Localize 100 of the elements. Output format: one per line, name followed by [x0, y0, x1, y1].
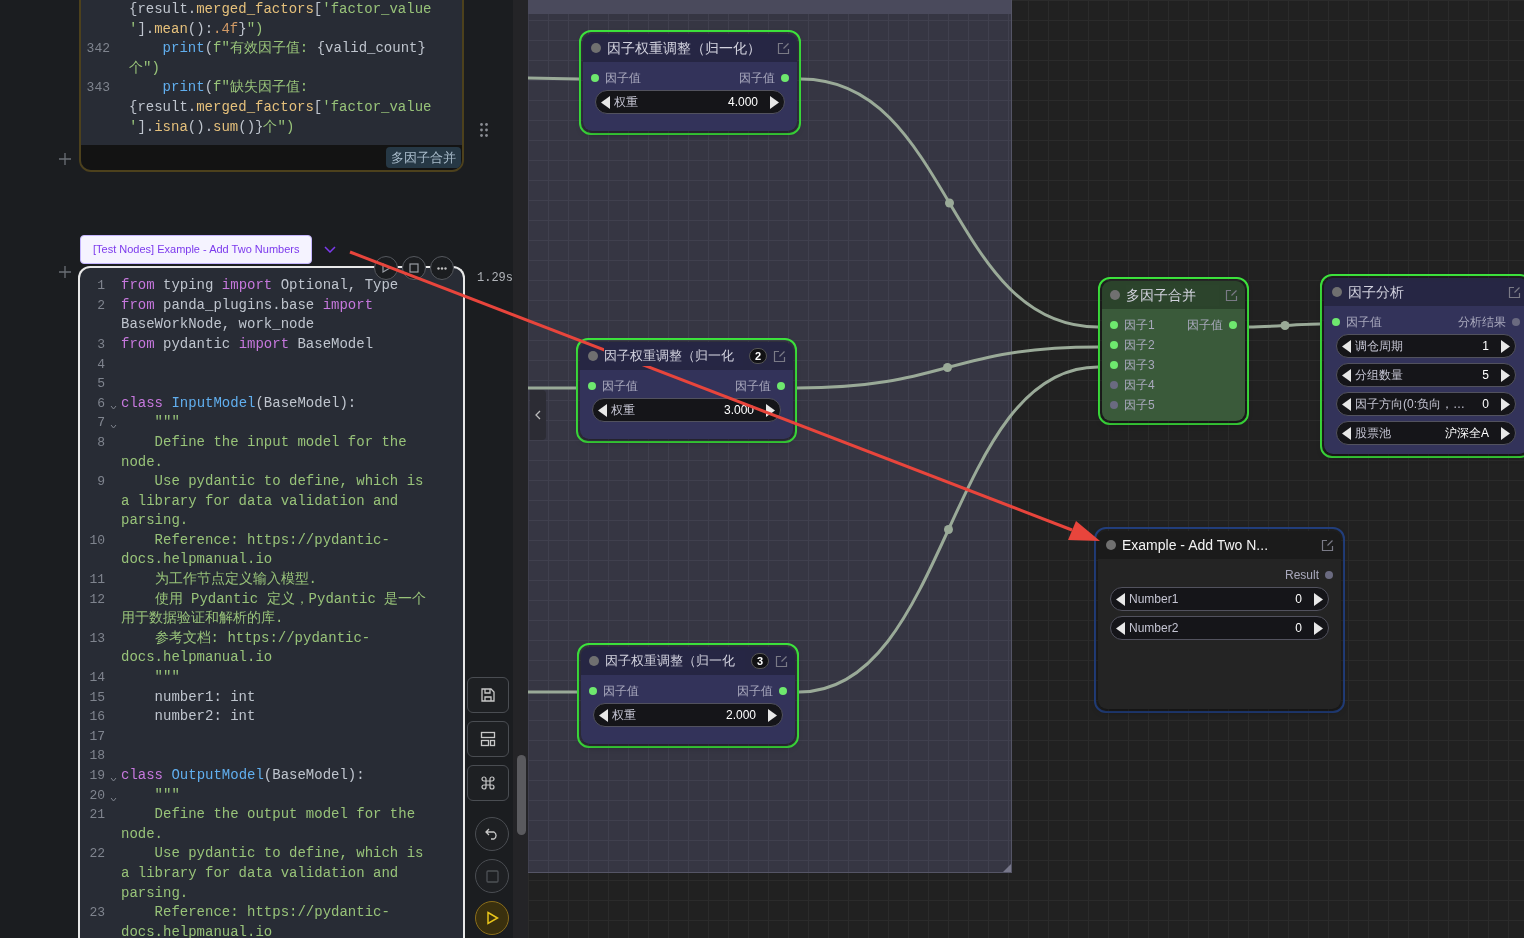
- number-widget[interactable]: Number1 0: [1110, 587, 1329, 611]
- code-line: {result.merged_factors['factor_value'].mean():.4f}"): [129, 0, 433, 39]
- edit-icon[interactable]: [775, 654, 788, 668]
- left-arrow-icon[interactable]: [1116, 621, 1125, 635]
- left-arrow-icon[interactable]: [1116, 592, 1125, 606]
- port-label: 因子2: [1124, 337, 1155, 354]
- right-arrow-icon[interactable]: [1314, 621, 1323, 635]
- play-icon: [381, 263, 391, 274]
- code-line: Define the output model for the node.: [121, 805, 417, 844]
- code-line: Use pydantic to define, which is a library for data validation and parsing.: [121, 472, 425, 531]
- number-widget[interactable]: 调仓周期 1: [1336, 334, 1516, 358]
- line-number: 1: [96, 277, 105, 296]
- more-button[interactable]: [430, 256, 454, 281]
- graph-node[interactable]: Example - Add Two N... Result Number1 0 Number2 0: [1094, 527, 1345, 713]
- right-arrow-icon[interactable]: [1501, 339, 1510, 353]
- right-arrow-icon[interactable]: [766, 403, 775, 417]
- line-number: 11: [88, 571, 105, 590]
- left-arrow-icon[interactable]: [1342, 339, 1351, 353]
- run-duration: 1.29s: [477, 271, 513, 285]
- right-arrow-icon[interactable]: [770, 95, 779, 109]
- port-label: 因子4: [1124, 377, 1155, 394]
- edit-icon[interactable]: [1321, 538, 1334, 552]
- line-number: 13: [88, 629, 105, 648]
- cell-tag: 多因子合并: [386, 147, 461, 169]
- number-widget[interactable]: 权重 2.000: [593, 703, 783, 727]
- count-badge: 3: [750, 653, 769, 669]
- link-wire: [528, 76, 580, 81]
- number-widget[interactable]: 权重 4.000: [595, 90, 785, 114]
- line-number: 20: [88, 786, 105, 805]
- edit-icon[interactable]: [1508, 285, 1521, 299]
- edit-icon[interactable]: [773, 349, 786, 363]
- line-number: 18: [88, 747, 105, 766]
- save-button[interactable]: [467, 677, 509, 713]
- number-widget[interactable]: 股票池 沪深全A: [1336, 421, 1516, 445]
- cell-title-tag[interactable]: [Test Nodes] Example - Add Two Numbers: [80, 235, 313, 265]
- graph-node[interactable]: 因子分析 因子值 分析结果 调仓周期 1 分组数量 5 因子方向(0:负向，… 0 股票池 沪深全A: [1320, 274, 1524, 458]
- number-widget[interactable]: 因子方向(0:负向，… 0: [1336, 392, 1516, 416]
- code-line: 为工作节点定义输入模型.: [153, 570, 318, 590]
- line-number: 10: [88, 531, 105, 550]
- plus-icon[interactable]: [59, 153, 71, 165]
- port-label: 因子5: [1124, 397, 1155, 414]
- left-arrow-icon[interactable]: [1342, 368, 1351, 382]
- save-icon: [480, 687, 496, 703]
- left-arrow-icon[interactable]: [601, 95, 610, 109]
- undo-button[interactable]: [475, 817, 509, 851]
- code-line: 参考文档: https://pydantic-docs.helpmanual.io: [121, 628, 372, 668]
- line-number: 9: [96, 473, 105, 492]
- edit-icon[interactable]: [777, 41, 790, 55]
- link-wire: [528, 690, 577, 694]
- graph-node[interactable]: 因子权重调整（归一化） 因子值 因子值 权重 4.000: [579, 30, 801, 135]
- edit-icon[interactable]: [1225, 288, 1238, 302]
- port-label: Result: [1285, 567, 1319, 584]
- drag-handle-icon[interactable]: [480, 123, 488, 137]
- line-number: 343: [85, 79, 110, 98]
- left-arrow-icon[interactable]: [598, 403, 607, 417]
- line-number: 15: [88, 688, 105, 707]
- line-number: 342: [85, 40, 110, 59]
- code-line: 使用 Pydantic 定义，Pydantic 是一个用于数据验证和解析的库.: [121, 589, 428, 629]
- code-line: print(f"缺失因子值: {result.merged_factors['factor_value'].isna().sum()}个"): [129, 78, 433, 137]
- resize-handle-icon[interactable]: [1003, 864, 1011, 872]
- right-arrow-icon[interactable]: [1501, 426, 1510, 440]
- plus-icon[interactable]: [59, 266, 71, 278]
- right-arrow-icon[interactable]: [1501, 368, 1510, 382]
- line-number: 22: [88, 845, 105, 864]
- port-label: 因子值: [602, 378, 638, 395]
- code-line: """: [153, 785, 181, 805]
- chevron-left-icon: [535, 410, 541, 420]
- layout-icon: [480, 731, 496, 747]
- port-label: 因子1: [1124, 317, 1155, 334]
- link-wire: [528, 386, 576, 390]
- code-line: Reference: https://pydantic-docs.helpmanual.io: [121, 530, 391, 570]
- scrollbar-thumb[interactable]: [517, 755, 526, 835]
- right-arrow-icon[interactable]: [768, 708, 777, 722]
- port-label: 因子值: [1346, 314, 1382, 331]
- line-number: 23: [88, 904, 105, 923]
- port-label: 因子值: [737, 683, 773, 700]
- stop-icon: [485, 869, 499, 883]
- code-line: print(f"有效因子值: {valid_count} 个"): [129, 39, 427, 78]
- right-arrow-icon[interactable]: [1314, 592, 1323, 606]
- line-number: 8: [96, 433, 105, 452]
- number-widget[interactable]: 分组数量 5: [1336, 363, 1516, 387]
- right-arrow-icon[interactable]: [1501, 397, 1510, 411]
- run-button[interactable]: [475, 901, 509, 935]
- line-number: 14: [88, 669, 105, 688]
- stop-icon: [409, 263, 419, 274]
- graph-node[interactable]: 因子权重调整（归一化 3 因子值 因子值 权重 2.000: [577, 643, 799, 748]
- code-line: number1: int: [153, 687, 257, 707]
- number-widget[interactable]: Number2 0: [1110, 616, 1329, 640]
- line-number: 17: [88, 727, 105, 746]
- code-line: number2: int: [153, 707, 257, 727]
- port-label: 因子值: [1187, 317, 1223, 334]
- left-arrow-icon[interactable]: [1342, 426, 1351, 440]
- left-arrow-icon[interactable]: [599, 708, 608, 722]
- layout-button[interactable]: [467, 721, 509, 757]
- chevron-down-icon[interactable]: [324, 246, 337, 254]
- collapse-button[interactable]: [530, 390, 546, 440]
- command-button[interactable]: [467, 765, 509, 801]
- link-wire: [1249, 321, 1320, 330]
- graph-node[interactable]: 多因子合并 因子1 因子值 因子2 因子3 因子4 因子5: [1098, 277, 1249, 425]
- left-arrow-icon[interactable]: [1342, 397, 1351, 411]
